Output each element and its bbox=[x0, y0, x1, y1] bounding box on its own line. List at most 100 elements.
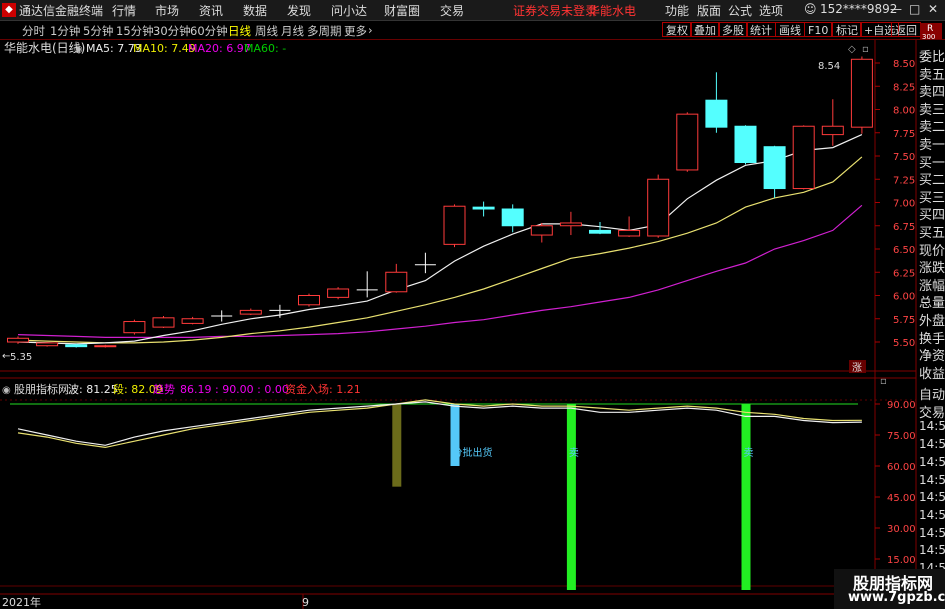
candle-body[interactable] bbox=[152, 317, 175, 328]
candle-body[interactable] bbox=[472, 206, 495, 210]
sub-axis-label: 15.00 bbox=[887, 555, 916, 566]
sub-axis-label: 90.00 bbox=[887, 400, 916, 411]
watermark: 股朋指标网 www.7gpzb.com bbox=[834, 569, 945, 609]
candle-body[interactable] bbox=[792, 125, 815, 190]
side-label: 买二 bbox=[919, 173, 945, 189]
side-label: 现价 bbox=[919, 243, 945, 259]
side-time-label: 14:56 bbox=[919, 419, 945, 434]
side-time-label: 14:56 bbox=[919, 437, 945, 452]
price-axis-label: 6.50 bbox=[893, 245, 915, 256]
side-label: 卖一 bbox=[919, 138, 945, 153]
price-axis-label: 7.00 bbox=[893, 199, 915, 210]
price-axis-label: 8.25 bbox=[893, 82, 915, 93]
side-label: 买四 bbox=[919, 208, 945, 224]
side-label: 卖四 bbox=[919, 85, 945, 101]
side-label: 净资 bbox=[919, 349, 945, 365]
ma20-label: MA20: 6.97 bbox=[188, 42, 251, 55]
candle-body[interactable] bbox=[821, 125, 844, 136]
candle-body[interactable] bbox=[705, 99, 728, 128]
side-label: 买三 bbox=[919, 190, 945, 206]
candle-body[interactable] bbox=[239, 309, 262, 315]
side-label: 买一 bbox=[919, 155, 945, 171]
ma5-line bbox=[17, 134, 863, 345]
side-time-label: 14:56 bbox=[919, 472, 945, 487]
year-label: 2021年 bbox=[2, 595, 41, 609]
price-axis-label: 6.25 bbox=[893, 268, 915, 279]
price-axis-label: 7.75 bbox=[893, 129, 915, 140]
price-axis-label: 8.50 bbox=[893, 59, 915, 70]
candle-body[interactable] bbox=[298, 295, 320, 306]
qushi-label: 趋势 bbox=[153, 383, 175, 396]
candle-body[interactable] bbox=[327, 288, 350, 298]
candle-body[interactable] bbox=[647, 178, 670, 237]
side-label: 卖三 bbox=[919, 102, 945, 118]
signal-bar bbox=[566, 404, 576, 590]
side-time-label: 14:56 bbox=[919, 507, 945, 522]
ma60-label: MA60: - bbox=[244, 42, 286, 55]
side-label: 涨跌 bbox=[919, 261, 945, 277]
high-price-label: 8.54 bbox=[818, 61, 840, 72]
sub-expand-icon[interactable]: ▫ bbox=[880, 376, 887, 387]
side-label: 换手 bbox=[919, 331, 945, 347]
bo-label: 波: 81.25 bbox=[68, 383, 118, 396]
duan-line bbox=[17, 399, 862, 449]
side-label: 涨幅 bbox=[919, 278, 945, 294]
side-label: 收益 bbox=[919, 366, 945, 382]
kline-chart[interactable]: 分批出货 卖 卖 8.50 8.25 8.00 7.75 7.50 7.25 7.00 6.75 6… bbox=[0, 0, 945, 609]
candle-body[interactable] bbox=[850, 58, 873, 128]
side-label: 买五 bbox=[919, 226, 945, 241]
r-badge-number: 300 bbox=[922, 33, 935, 41]
signal-annotation: 卖 bbox=[744, 447, 754, 459]
signal-annotation: 分批出货 bbox=[453, 446, 493, 459]
price-axis-label: 5.50 bbox=[893, 338, 915, 349]
price-axis-label: 8.00 bbox=[893, 106, 915, 117]
candle-body[interactable] bbox=[501, 208, 524, 227]
side-label: 卖五 bbox=[919, 67, 945, 83]
candle-body[interactable] bbox=[385, 271, 408, 293]
price-axis-label: 7.50 bbox=[893, 152, 915, 163]
candle-body[interactable] bbox=[443, 205, 466, 245]
side-time-label: 14:56 bbox=[919, 525, 945, 540]
sub-axis-label: 60.00 bbox=[887, 462, 916, 473]
price-axis-label: 6.00 bbox=[893, 292, 915, 303]
side-sub-label: 自动 bbox=[919, 388, 945, 403]
signal-bar bbox=[392, 404, 402, 487]
candle-body[interactable] bbox=[181, 318, 204, 324]
candle-body[interactable] bbox=[530, 225, 553, 236]
candle-body[interactable] bbox=[7, 337, 29, 343]
candle-body[interactable] bbox=[123, 321, 146, 334]
settings-dropdown-icon[interactable]: ◉ bbox=[74, 44, 83, 55]
side-label: 外盘 bbox=[919, 314, 945, 329]
side-sub-label: 交易 bbox=[919, 405, 945, 421]
qushi-values: 86.19 : 90.00 : 0.00 bbox=[180, 383, 289, 396]
candle-body[interactable] bbox=[65, 344, 88, 348]
sub-axis-label: 45.00 bbox=[887, 493, 916, 504]
zijin-label: 资金入场: 1.21 bbox=[285, 382, 361, 396]
sub-axis-label: 75.00 bbox=[887, 431, 916, 442]
side-time-label: 14:56 bbox=[919, 543, 945, 558]
candle-body[interactable] bbox=[618, 229, 641, 237]
side-time-label: 14:56 bbox=[919, 490, 945, 505]
signal-bar bbox=[741, 404, 751, 590]
low-price-label: 5.35 bbox=[10, 352, 32, 363]
candle-body[interactable] bbox=[589, 229, 611, 234]
candle-body[interactable] bbox=[734, 125, 757, 164]
watermark-line2: www.7gpzb.com bbox=[848, 590, 945, 605]
candle-body[interactable] bbox=[676, 113, 699, 171]
candle-body[interactable] bbox=[763, 146, 786, 190]
sub-chart-title: 股朋指标网 bbox=[14, 382, 69, 396]
side-time-label: 14:56 bbox=[919, 454, 945, 469]
candle-body[interactable] bbox=[94, 345, 117, 348]
sub-axis-label: 30.00 bbox=[887, 524, 916, 535]
diamond-icon[interactable]: ◇ bbox=[848, 44, 856, 55]
ma10-line bbox=[17, 156, 863, 344]
price-axis-label: 7.25 bbox=[893, 175, 915, 186]
price-axis-label: 5.75 bbox=[893, 315, 915, 326]
side-label: 总量 bbox=[919, 296, 945, 312]
candle-body[interactable] bbox=[36, 342, 59, 347]
signal-annotation: 卖 bbox=[569, 447, 579, 459]
candle-body[interactable] bbox=[559, 222, 582, 227]
expand-icon[interactable]: ▫ bbox=[862, 44, 869, 55]
zhang-label: 涨 bbox=[852, 362, 862, 374]
sub-settings-icon[interactable]: ◉ bbox=[2, 385, 11, 396]
